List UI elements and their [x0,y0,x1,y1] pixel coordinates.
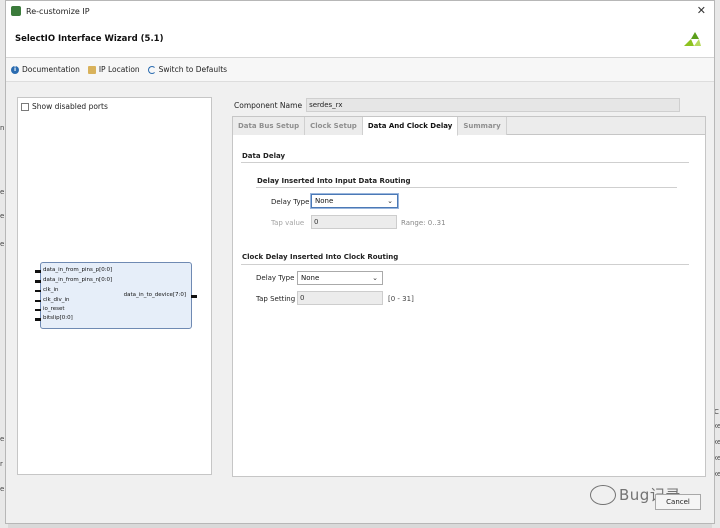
output-pin [191,295,197,298]
input-port-label: clk_in [43,287,59,293]
title-bar: Re-customize IP ✕ [6,1,714,21]
input-port-label: bitslip[0:0] [43,315,73,321]
switch-to-defaults-label: Switch to Defaults [158,65,228,74]
show-disabled-ports-checkbox[interactable]: Show disabled ports [21,102,108,111]
divider [241,264,689,265]
tab-clock-setup[interactable]: Clock Setup [305,117,363,135]
background-text: e [0,435,5,443]
ip-symbol-block: data_in_from_pins_p[0:0] data_in_from_pi… [35,262,197,329]
checkbox-box[interactable] [21,102,29,111]
info-icon: i [11,65,19,74]
clock-delay-type-select[interactable]: None ⌄ [297,271,383,285]
tap-value-label: Tap value [271,219,305,227]
component-name-label: Component Name [234,100,303,110]
cancel-button[interactable]: Cancel [655,494,701,510]
input-port-label: io_reset [43,306,65,312]
input-pin [35,309,41,311]
tab-container: Data Bus Setup Clock Setup Data And Cloc… [232,116,706,477]
chevron-down-icon: ⌄ [387,197,393,205]
chevron-down-icon: ⌄ [372,274,378,282]
ip-location-button[interactable]: IP Location [87,65,140,74]
component-name-field[interactable]: serdes_rx [306,98,681,112]
data-delay-type-label: Delay Type [271,198,310,206]
input-pin [35,270,41,273]
divider [256,187,677,188]
tab-strip: Data Bus Setup Clock Setup Data And Cloc… [233,117,705,136]
background-text: e [0,240,5,248]
show-disabled-ports-label: Show disabled ports [32,102,108,111]
folder-icon [87,65,96,74]
symbol-panel: Show disabled ports data_in_from_pins_p[… [17,97,212,475]
tap-value-field[interactable]: 0 [311,215,397,229]
divider [241,162,689,163]
component-name-row: Component Name serdes_rx [234,98,681,112]
tap-setting-label: Tap Setting [256,295,296,303]
vivado-logo-icon [684,32,701,46]
tap-value-range: Range: 0..31 [401,219,446,227]
switch-to-defaults-button[interactable]: Switch to Defaults [147,65,228,74]
wizard-title: SelectIO Interface Wizard (5.1) [15,34,164,44]
background-text: e [0,485,5,493]
input-pin [35,318,41,321]
input-data-routing-title: Delay Inserted Into Input Data Routing [257,177,411,185]
output-port-label: data_in_to_device[7:0] [123,292,186,298]
documentation-label: Documentation [22,65,80,74]
clock-delay-type-label: Delay Type [256,274,295,282]
ip-location-label: IP Location [98,65,140,74]
tap-setting-range: [0 - 31] [388,295,414,303]
close-button[interactable]: ✕ [697,4,706,18]
input-port-label: clk_div_in [43,297,70,303]
tab-summary[interactable]: Summary [458,117,507,135]
tab-data-and-clock-delay[interactable]: Data And Clock Delay [362,117,459,136]
refresh-icon [147,65,156,74]
data-delay-type-value: None [315,197,334,205]
wizard-header: SelectIO Interface Wizard (5.1) [6,21,714,58]
window-title: Re-customize IP [26,6,90,16]
background-text: r [0,460,3,468]
app-icon [11,6,21,16]
background-text: e [0,188,5,196]
customize-ip-dialog: Re-customize IP ✕ SelectIO Interface Wiz… [5,0,715,524]
documentation-button[interactable]: i Documentation [11,65,80,74]
clock-delay-type-value: None [301,274,320,282]
chat-bubble-icon [590,484,616,505]
input-port-label: data_in_from_pins_p[0:0] [43,267,113,273]
data-delay-title: Data Delay [242,152,286,160]
input-pin [35,300,41,302]
background-text: n [0,124,5,132]
clock-delay-title: Clock Delay Inserted Into Clock Routing [242,253,399,261]
input-port-label: data_in_from_pins_n[0:0] [43,277,113,283]
tab-data-bus-setup[interactable]: Data Bus Setup [233,117,306,135]
input-pin [35,290,41,292]
toolbar: i Documentation IP Location Switch to De… [6,58,714,82]
background-text: e [0,212,5,220]
data-delay-type-select[interactable]: None ⌄ [311,194,398,208]
tap-setting-field[interactable]: 0 [297,291,383,305]
configuration-panel: Component Name serdes_rx Data Bus Setup … [232,93,706,477]
input-pin [35,280,41,283]
